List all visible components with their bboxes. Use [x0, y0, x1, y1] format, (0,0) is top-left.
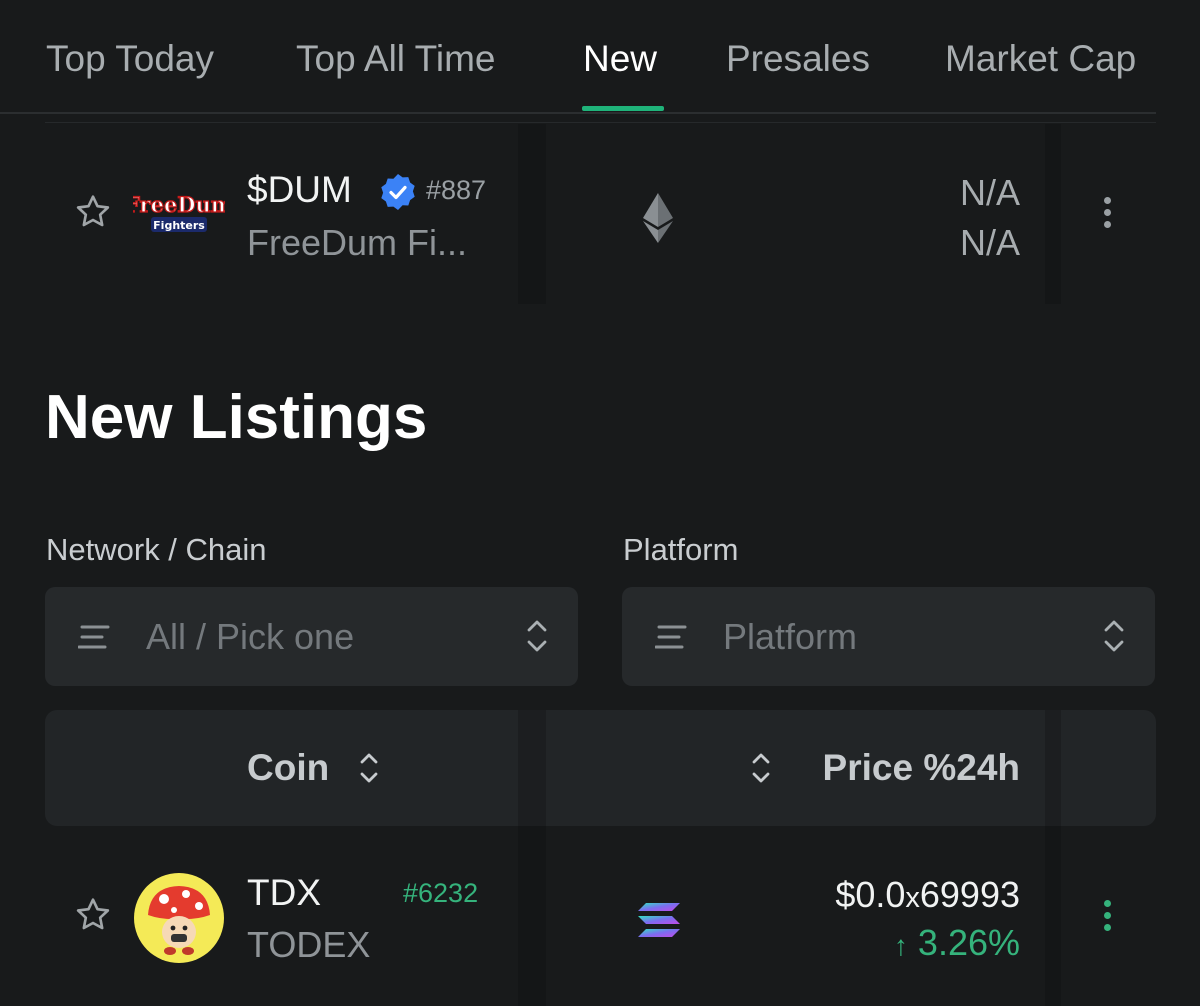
- tab-market-cap[interactable]: Market Cap: [945, 38, 1136, 80]
- filter-lines-icon: [655, 625, 687, 649]
- more-options-icon[interactable]: [1104, 197, 1114, 233]
- star-icon[interactable]: [73, 895, 113, 935]
- price-prefix: $0.0: [835, 874, 906, 915]
- column-shade: [1045, 124, 1061, 304]
- todex-mushroom-logo: [134, 873, 224, 963]
- tab-bar: Top Today Top All Time New Presales Mark…: [0, 0, 1200, 114]
- section-title: New Listings: [45, 383, 428, 452]
- sort-icon[interactable]: [750, 751, 772, 785]
- table-header: Coin Price %24h: [45, 710, 1156, 826]
- chevron-up-down-icon: [1104, 620, 1124, 652]
- active-tab-indicator: [582, 106, 664, 111]
- coin-symbol: TDX: [247, 872, 321, 913]
- coin-rank: #887: [426, 175, 487, 205]
- network-select[interactable]: All / Pick one: [45, 587, 578, 686]
- coin-price: N/A: [959, 172, 1020, 213]
- solana-icon: [638, 903, 680, 937]
- platform-filter-label: Platform: [623, 532, 739, 567]
- listing-row[interactable]: TDX #6232 TODEX $0.0x69993 ↑ 3.26%: [0, 826, 1200, 1006]
- platform-select-placeholder: Platform: [723, 616, 858, 657]
- promoted-coin-row[interactable]: FreeDum Fighters $DUM #887 FreeDum Fi...…: [0, 124, 1200, 304]
- price-digits: 69993: [919, 874, 1020, 915]
- change-value: 3.26%: [917, 922, 1020, 963]
- coin-name: FreeDum Fi...: [247, 222, 468, 263]
- column-shade: [1045, 710, 1061, 826]
- column-shade: [518, 826, 546, 1006]
- logo-text: FreeDum: [133, 192, 225, 217]
- more-options-icon[interactable]: [1104, 900, 1114, 936]
- tab-new[interactable]: New: [583, 38, 657, 80]
- arrow-up-icon: ↑: [893, 930, 908, 961]
- column-shade: [518, 124, 546, 304]
- tab-top-all-time[interactable]: Top All Time: [296, 38, 495, 80]
- freedum-logo: FreeDum Fighters: [124, 190, 234, 240]
- network-select-placeholder: All / Pick one: [146, 616, 355, 657]
- sort-icon[interactable]: [358, 751, 380, 785]
- column-shade: [518, 710, 546, 826]
- coin-change: N/A: [959, 222, 1020, 263]
- network-filter-label: Network / Chain: [46, 532, 267, 567]
- section-divider: [45, 122, 1156, 123]
- tab-top-today[interactable]: Top Today: [46, 38, 214, 80]
- ethereum-icon: [643, 193, 673, 243]
- price-column-header[interactable]: Price %24h: [823, 747, 1020, 789]
- column-shade: [1045, 826, 1061, 1006]
- coin-name: TODEX: [247, 924, 371, 965]
- coin-price: $0.0x69993: [835, 874, 1020, 916]
- star-icon[interactable]: [73, 192, 113, 232]
- filter-lines-icon: [78, 625, 110, 649]
- verified-badge-icon: [381, 174, 415, 210]
- coin-column-header[interactable]: Coin: [247, 747, 329, 789]
- coin-change: ↑ 3.26%: [894, 922, 1020, 964]
- tab-presales[interactable]: Presales: [726, 38, 870, 80]
- chevron-up-down-icon: [527, 620, 547, 652]
- logo-text: Fighters: [153, 219, 205, 232]
- coin-symbol: $DUM: [247, 169, 352, 210]
- tab-divider: [0, 112, 1156, 114]
- price-subscript-marker: x: [905, 882, 920, 914]
- coin-rank: #6232: [403, 878, 479, 908]
- platform-select[interactable]: Platform: [622, 587, 1155, 686]
